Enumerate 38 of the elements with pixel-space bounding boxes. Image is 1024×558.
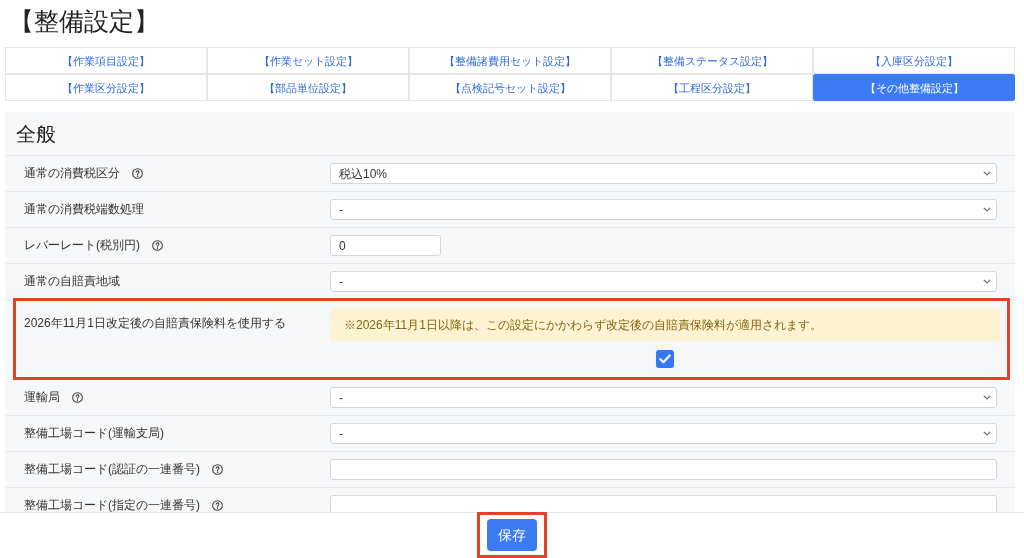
dropdown[interactable]: - [330, 423, 997, 444]
dropdown[interactable]: - [330, 387, 997, 408]
chevron-down-icon [983, 431, 991, 436]
field-label: 通常の消費税区分 [24, 166, 120, 181]
field-label: 整備工場コード(運輸支局) [24, 426, 164, 441]
checkbox[interactable] [656, 350, 674, 368]
tab[interactable]: 【作業区分設定】 [5, 74, 207, 101]
field-label: 運輸局 [24, 390, 60, 405]
tab[interactable]: 【工程区分設定】 [611, 74, 813, 101]
number-field[interactable]: 0 [330, 235, 441, 256]
field-label: レバーレート(税別円) [24, 238, 140, 253]
chevron-down-icon [983, 207, 991, 212]
field-label: 整備工場コード(認証の一連番号) [24, 462, 200, 477]
dropdown[interactable]: 税込10% [330, 163, 997, 184]
dropdown[interactable]: - [330, 271, 997, 292]
text-field[interactable] [330, 459, 997, 480]
dropdown[interactable]: - [330, 199, 997, 220]
tab[interactable]: 【部品単位設定】 [207, 74, 409, 101]
tab[interactable]: 【点検記号セット設定】 [409, 74, 611, 101]
field-label: 通常の消費税端数処理 [24, 202, 144, 217]
tab[interactable]: 【入庫区分設定】 [813, 47, 1015, 74]
field-label: 通常の自賠責地域 [24, 274, 120, 289]
page-title: 【整備設定】 [9, 6, 159, 37]
tab[interactable]: 【作業セット設定】 [207, 47, 409, 74]
tab[interactable]: 【整備ステータス設定】 [611, 47, 813, 74]
field-label: 整備工場コード(指定の一連番号) [24, 498, 200, 512]
chevron-down-icon [983, 171, 991, 176]
chevron-down-icon [983, 395, 991, 400]
save-button[interactable]: 保存 [487, 519, 537, 551]
check-icon [659, 354, 671, 364]
notice-banner: ※2026年11月1日以降は、この設定にかかわらず改定後の自賠責保険料が適用されます。 [330, 308, 1000, 341]
tab[interactable]: 【その他整備設定】 [813, 74, 1015, 101]
text-field[interactable] [330, 495, 997, 512]
section-title: 全般 [16, 121, 56, 147]
tab[interactable]: 【作業項目設定】 [5, 47, 207, 74]
tab[interactable]: 【整備諸費用セット設定】 [409, 47, 611, 74]
field-label: 2026年11月1日改定後の自賠責保険料を使用する [24, 316, 286, 331]
chevron-down-icon [983, 279, 991, 284]
